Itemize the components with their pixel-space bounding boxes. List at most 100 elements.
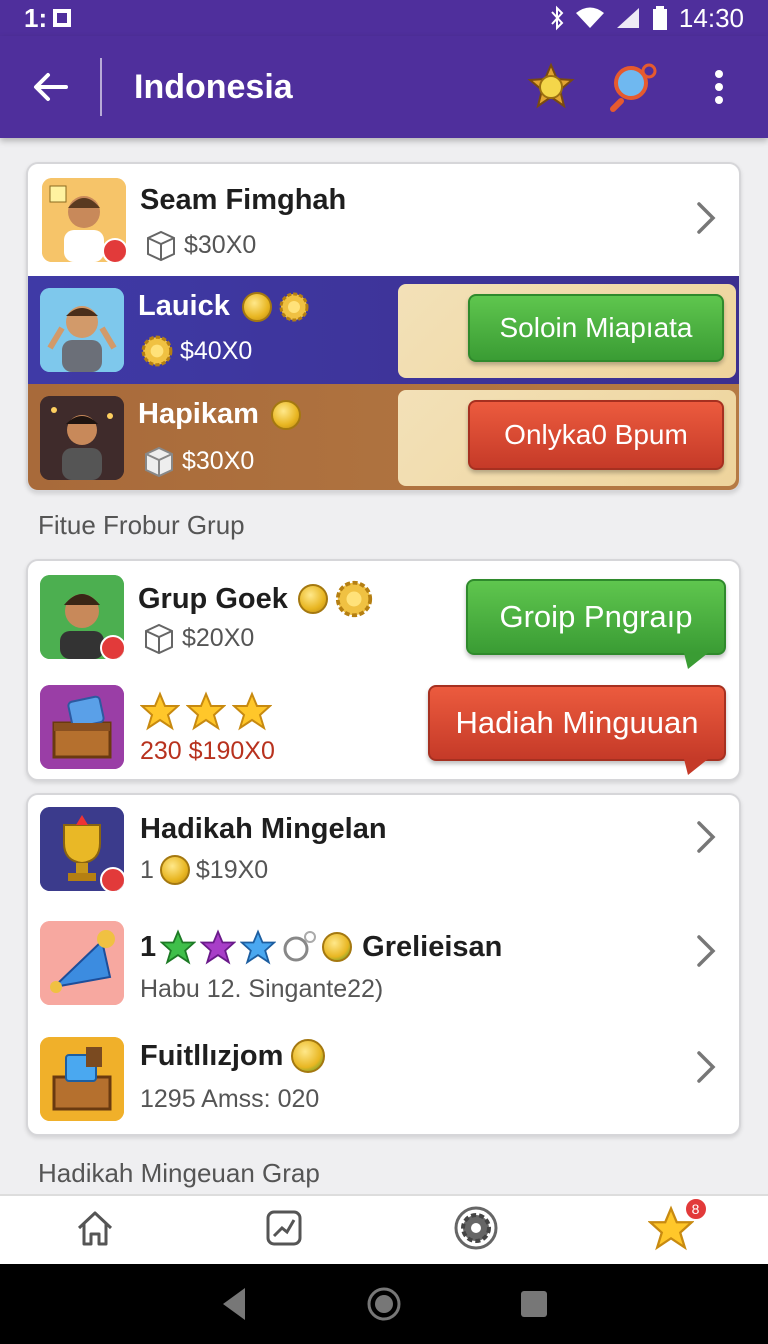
avatar [42, 178, 126, 262]
page-title: Indonesia [134, 67, 293, 106]
avatar [40, 807, 124, 891]
star-icon [186, 691, 226, 731]
list-item-highlight-blue[interactable]: Lauick $40X0 Soloin Miapıata [28, 276, 739, 384]
avatar [40, 921, 124, 1005]
star-green-icon [160, 929, 197, 965]
gear-coin-icon [335, 580, 372, 618]
list-item[interactable]: Grup Goek $20X0 Groip Pngraıp [28, 561, 739, 671]
avatar [40, 396, 124, 480]
list-item[interactable]: 1 Grelieisan Habu 12. Singante22) [28, 907, 739, 1023]
star-icon [140, 691, 180, 731]
gear-coin-icon [141, 335, 173, 367]
nav-favorites[interactable]: 8 [646, 1196, 708, 1256]
nav-home[interactable] [75, 1208, 115, 1253]
chevron-right-icon [697, 821, 716, 853]
recents-square-icon[interactable] [519, 1289, 549, 1319]
ring-icon [283, 931, 317, 962]
more-menu-button[interactable] [684, 52, 754, 122]
rewards-card: Hadikah Mingelan 1 $19X0 1 Grelieisan Ha… [26, 793, 741, 1136]
magnifier-icon [610, 63, 657, 112]
coin-icon [322, 932, 353, 962]
nav-stats[interactable] [264, 1208, 304, 1253]
row-amount-wrap: $20X0 [142, 621, 254, 655]
red-action-button[interactable]: Onlyka0 Bpum [468, 400, 724, 470]
row-name: 1 Grelieisan [140, 929, 502, 965]
box-icon [147, 230, 175, 262]
badge-icon [100, 635, 124, 659]
row-amount-wrap: $30X0 [142, 444, 254, 478]
row-name-text: Fuitllızjom [140, 1039, 284, 1072]
group-card: Grup Goek $20X0 Groip Pngraıp 230 $190X0… [26, 559, 741, 781]
row-amount-wrap: $30X0 [144, 228, 256, 262]
green-action-button[interactable]: Soloin Miapıata [468, 294, 724, 362]
stars-row [140, 691, 272, 731]
section-heading: Hadikah Mingeuan Grap [38, 1158, 320, 1188]
red-action-button[interactable]: Hadiah Minguuan [428, 685, 726, 761]
arrow-left-icon [34, 73, 68, 101]
chevron-right-icon [697, 202, 716, 234]
coin-star-icon [527, 62, 575, 109]
row-amount: 230 $190X0 [140, 737, 275, 765]
list-item[interactable]: Hadikah Mingelan 1 $19X0 [28, 795, 739, 907]
nav-settings[interactable] [453, 1205, 499, 1256]
row-name-text: Grelieisan [362, 930, 503, 963]
bluetooth-icon [551, 5, 564, 31]
star-icon [232, 691, 272, 731]
list-item-highlight-brown[interactable]: Hapikam $30X0 Onlyka0 Bpum [28, 384, 739, 490]
row-name: Seam Fimghah [140, 184, 347, 216]
back-button[interactable] [0, 37, 100, 137]
avatar [40, 685, 124, 769]
row-subtitle: 1295 Amss: 020 [140, 1085, 320, 1113]
avatar [40, 575, 124, 659]
party-hat-icon [40, 921, 124, 1005]
row-amount: $30X0 [184, 230, 257, 259]
row-name: Fuitllızjom [140, 1039, 326, 1073]
person-avatar-icon [40, 396, 124, 480]
row-name-text: Hapikam [138, 398, 259, 430]
status-right: 14:30 [549, 3, 744, 34]
battery-icon [652, 6, 667, 30]
row-amount: $20X0 [182, 623, 255, 652]
wifi-icon [575, 7, 604, 28]
badge-icon [100, 867, 124, 891]
more-vertical-icon [715, 70, 723, 104]
coin-icon [159, 855, 190, 885]
status-clock: 14:30 [678, 2, 744, 33]
row-name-text: Grup Goek [138, 582, 288, 615]
box-icon [145, 623, 173, 655]
row-prefix: 1 [140, 855, 154, 884]
row-name-text: Lauick [138, 290, 230, 322]
status-bar: 1: 14:30 [0, 0, 768, 36]
home-icon [77, 1211, 112, 1245]
row-amount-wrap: $40X0 [140, 334, 252, 368]
row-name: Hadikah Mingelan [140, 813, 387, 845]
app-bar: Indonesia [0, 36, 768, 138]
home-circle-icon[interactable] [366, 1286, 402, 1322]
row-amount: $19X0 [195, 855, 269, 884]
status-left: 1: [24, 3, 73, 34]
avatar [40, 1037, 124, 1121]
status-time-left: 1: [24, 2, 48, 33]
badge-icon [102, 238, 126, 262]
person-avatar-icon [40, 288, 124, 372]
star-blue-icon [240, 929, 277, 965]
gear-icon [454, 1206, 497, 1249]
coin-icon [241, 291, 272, 322]
treasure-chest-icon [40, 685, 124, 769]
list-item[interactable]: 230 $190X0 Hadiah Minguuan [28, 671, 739, 779]
green-action-button[interactable]: Groip Pngraıp [466, 579, 726, 655]
list-item[interactable]: Seam Fimghah $30X0 [28, 164, 739, 276]
search-button[interactable] [600, 52, 670, 122]
row-name: Lauick [138, 290, 310, 323]
back-triangle-icon[interactable] [219, 1286, 249, 1322]
list-item[interactable]: Fuitllızjom 1295 Amss: 020 [28, 1023, 739, 1134]
avatar [40, 288, 124, 372]
row-amount: $40X0 [180, 336, 253, 365]
row-amount: $30X0 [182, 446, 255, 475]
row-name: Grup Goek [138, 579, 374, 619]
reward-button[interactable] [516, 52, 586, 122]
treasure-chest-icon [40, 1037, 124, 1121]
system-nav-bar [0, 1264, 768, 1344]
signal-icon [616, 8, 639, 28]
box-icon [145, 446, 173, 478]
